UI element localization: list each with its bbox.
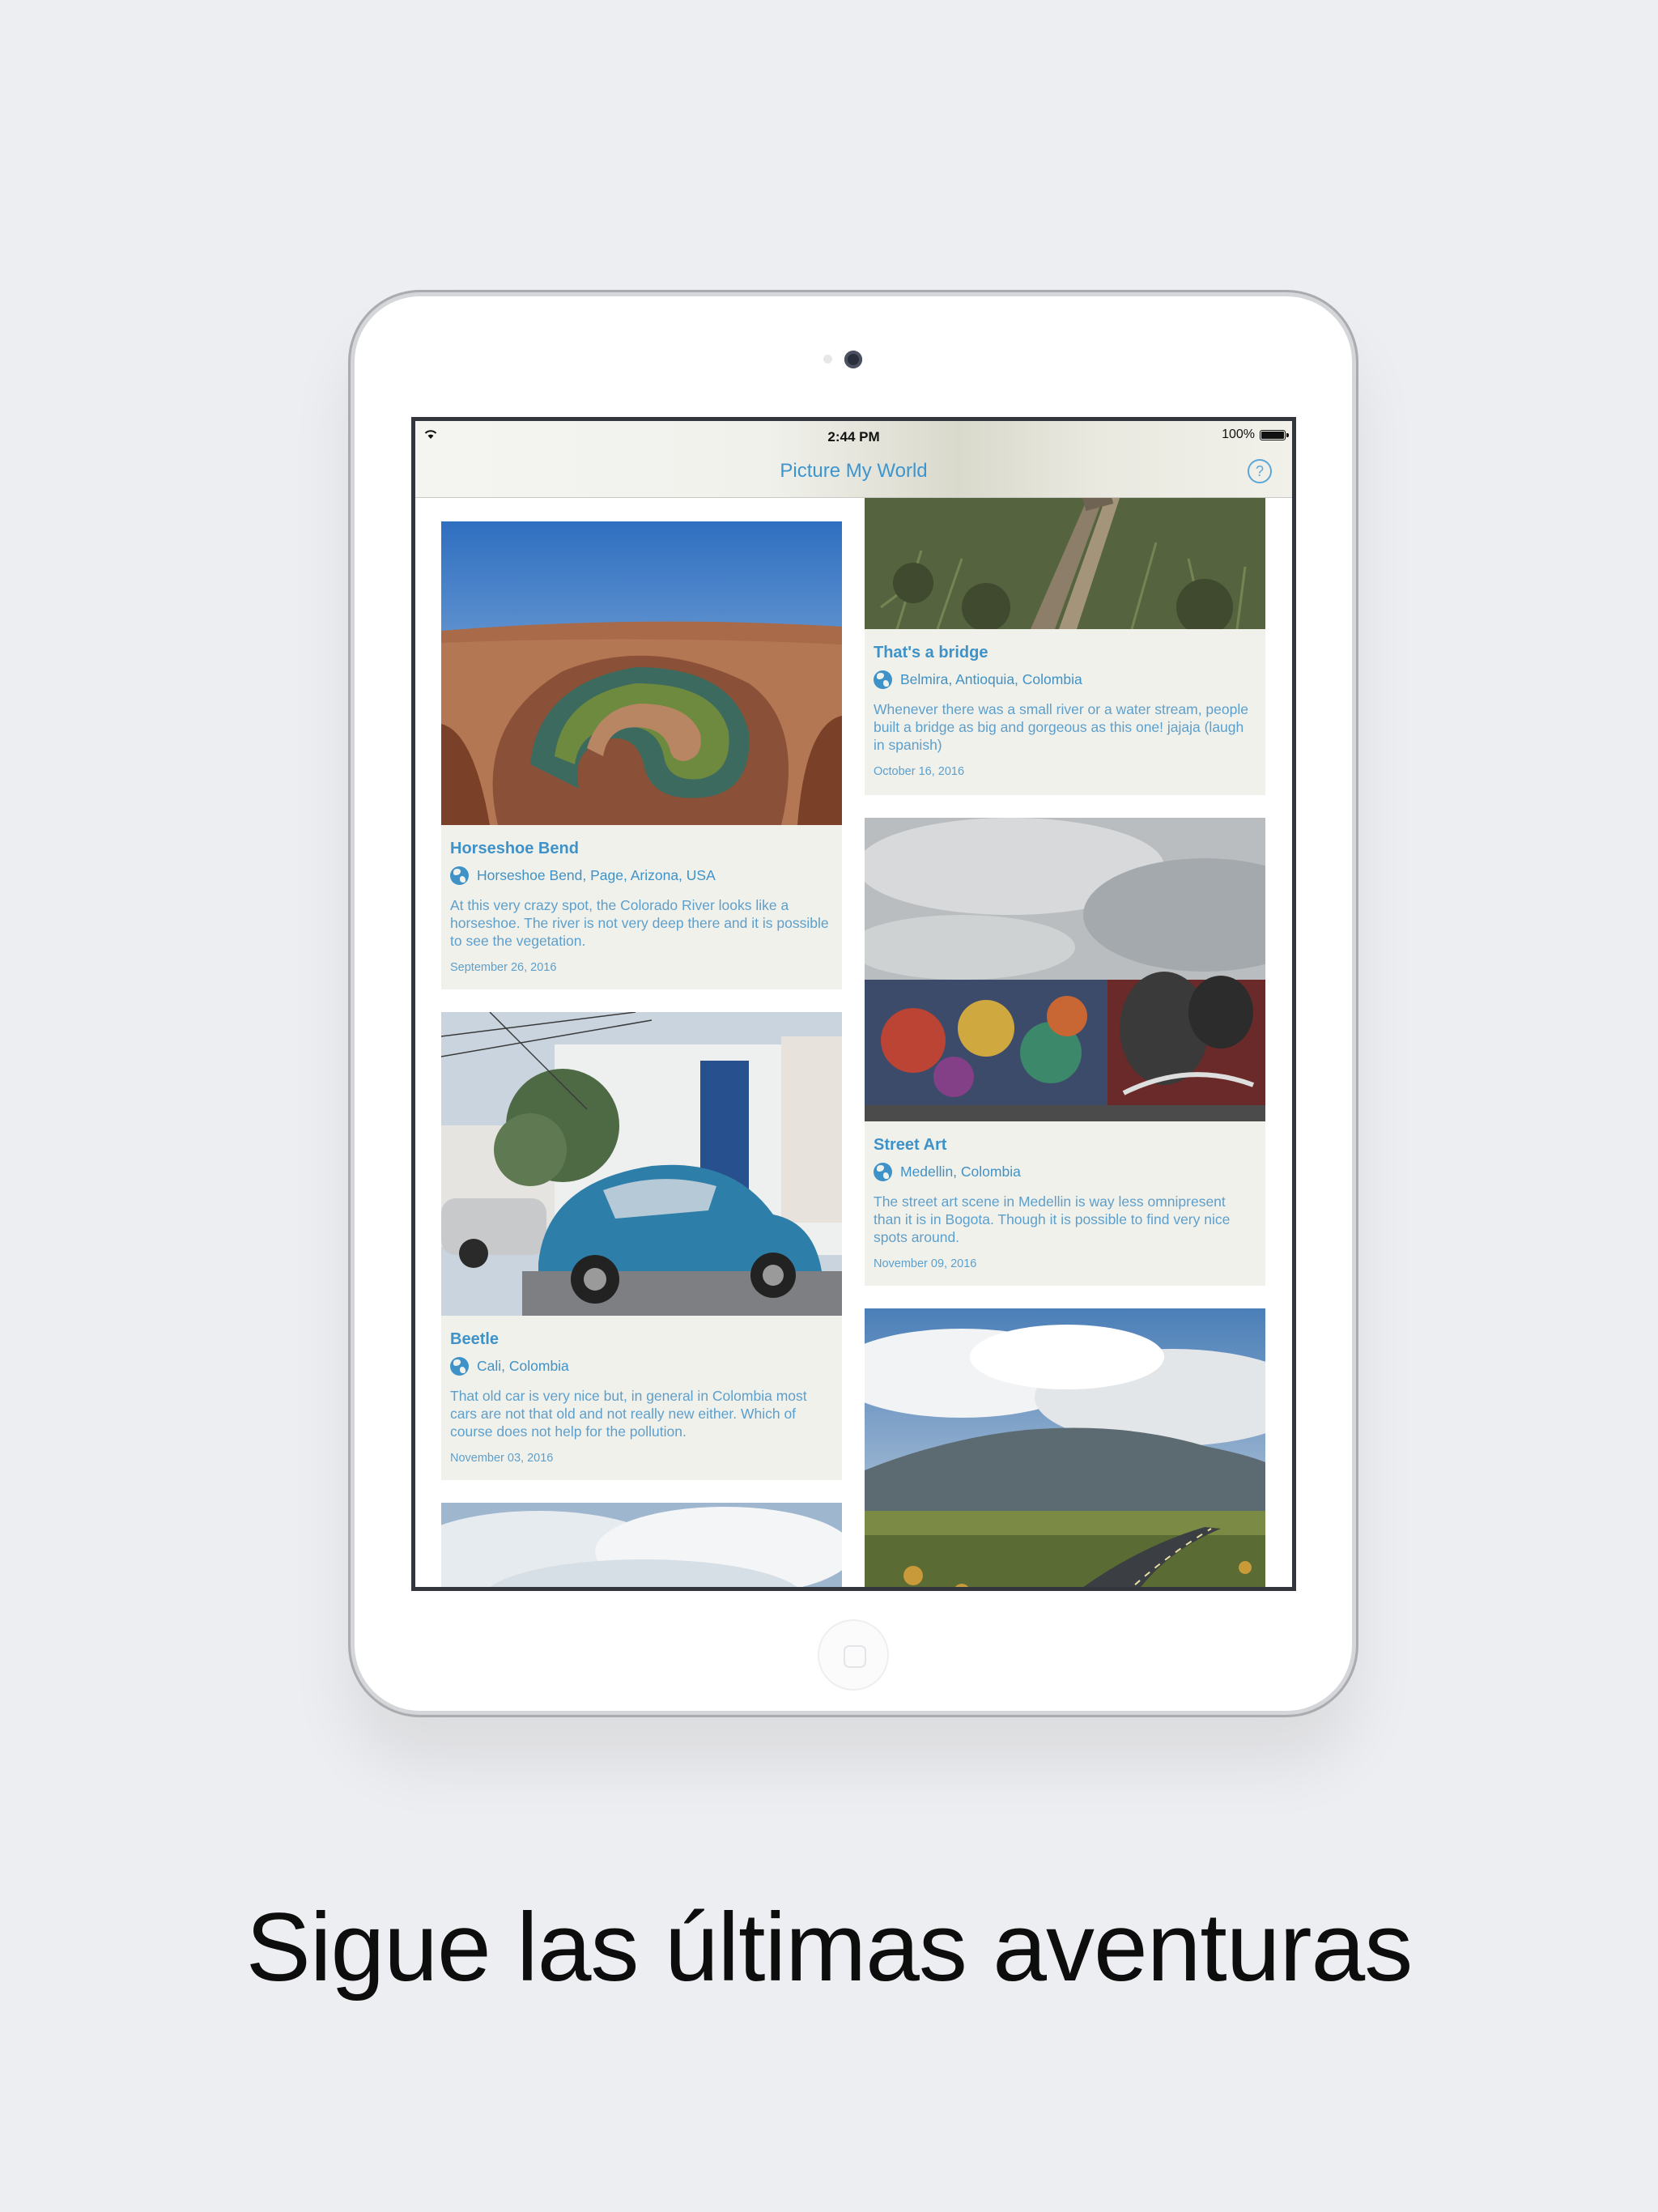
post-title[interactable]: Street Art	[874, 1136, 1256, 1155]
app-title: Picture My World	[780, 460, 928, 482]
post-photo[interactable]	[441, 1503, 842, 1587]
post-card-street-art[interactable]: Street Art Medellin, Colombia The street…	[865, 818, 1265, 1286]
post-title[interactable]: Horseshoe Bend	[450, 840, 833, 858]
home-square-icon	[844, 1645, 866, 1668]
battery-icon	[1260, 429, 1289, 440]
post-date: September 26, 2016	[450, 961, 557, 974]
post-card-horseshoe-bend[interactable]: Horseshoe Bend Horseshoe Bend, Page, Ari…	[441, 521, 842, 989]
post-date: October 16, 2016	[874, 765, 965, 778]
post-photo[interactable]	[441, 1012, 842, 1316]
post-photo[interactable]	[441, 521, 842, 825]
post-location[interactable]: Medellin, Colombia	[874, 1163, 1256, 1181]
post-description: Whenever there was a small river or a wa…	[874, 701, 1248, 753]
globe-icon	[450, 1357, 469, 1376]
post-location-text: Horseshoe Bend, Page, Arizona, USA	[477, 867, 716, 883]
sensor-icon	[823, 355, 832, 364]
post-location[interactable]: Belmira, Antioquia, Colombia	[874, 670, 1256, 689]
post-location-text: Medellin, Colombia	[900, 1163, 1021, 1180]
camera-icon	[844, 351, 862, 368]
post-location-text: Cali, Colombia	[477, 1358, 569, 1374]
status-time: 2:44 PM	[827, 429, 880, 445]
post-info: Beetle Cali, Colombia That old car is ve…	[450, 1330, 833, 1465]
globe-icon	[874, 670, 892, 689]
post-photo[interactable]	[865, 1308, 1265, 1587]
status-bar: 2:44 PM 100%	[415, 421, 1292, 450]
post-location[interactable]: Cali, Colombia	[450, 1357, 833, 1376]
post-date: November 09, 2016	[874, 1257, 977, 1270]
help-icon[interactable]: ?	[1248, 459, 1272, 483]
battery-indicator: 100%	[1222, 428, 1289, 442]
post-card-beetle[interactable]: Beetle Cali, Colombia That old car is ve…	[441, 1012, 842, 1480]
post-info: Street Art Medellin, Colombia The street…	[874, 1136, 1256, 1270]
post-date: November 03, 2016	[450, 1452, 554, 1465]
globe-icon	[874, 1163, 892, 1181]
globe-icon	[450, 866, 469, 885]
post-info: Horseshoe Bend Horseshoe Bend, Page, Ari…	[450, 840, 833, 974]
feed[interactable]: That's a bridge Belmira, Antioquia, Colo…	[415, 421, 1292, 1587]
nav-bar: 2:44 PM 100% Picture My World ?	[415, 421, 1292, 498]
post-photo[interactable]	[865, 818, 1265, 1121]
post-description: The street art scene in Medellin is way …	[874, 1193, 1231, 1245]
post-card-landscape[interactable]	[865, 1308, 1265, 1587]
promo-caption: Sigue las últimas aventuras	[245, 1893, 1413, 2001]
app-screen: That's a bridge Belmira, Antioquia, Colo…	[411, 417, 1296, 1591]
post-description: That old car is very nice but, in genera…	[450, 1388, 807, 1440]
post-location[interactable]: Horseshoe Bend, Page, Arizona, USA	[450, 866, 833, 885]
post-card-clouds[interactable]	[441, 1503, 842, 1587]
home-button[interactable]	[818, 1619, 889, 1691]
post-info: That's a bridge Belmira, Antioquia, Colo…	[874, 644, 1256, 778]
post-title[interactable]: Beetle	[450, 1330, 833, 1349]
post-location-text: Belmira, Antioquia, Colombia	[900, 671, 1082, 687]
post-title[interactable]: That's a bridge	[874, 644, 1256, 662]
post-description: At this very crazy spot, the Colorado Ri…	[450, 897, 829, 949]
battery-percent: 100%	[1222, 428, 1255, 441]
